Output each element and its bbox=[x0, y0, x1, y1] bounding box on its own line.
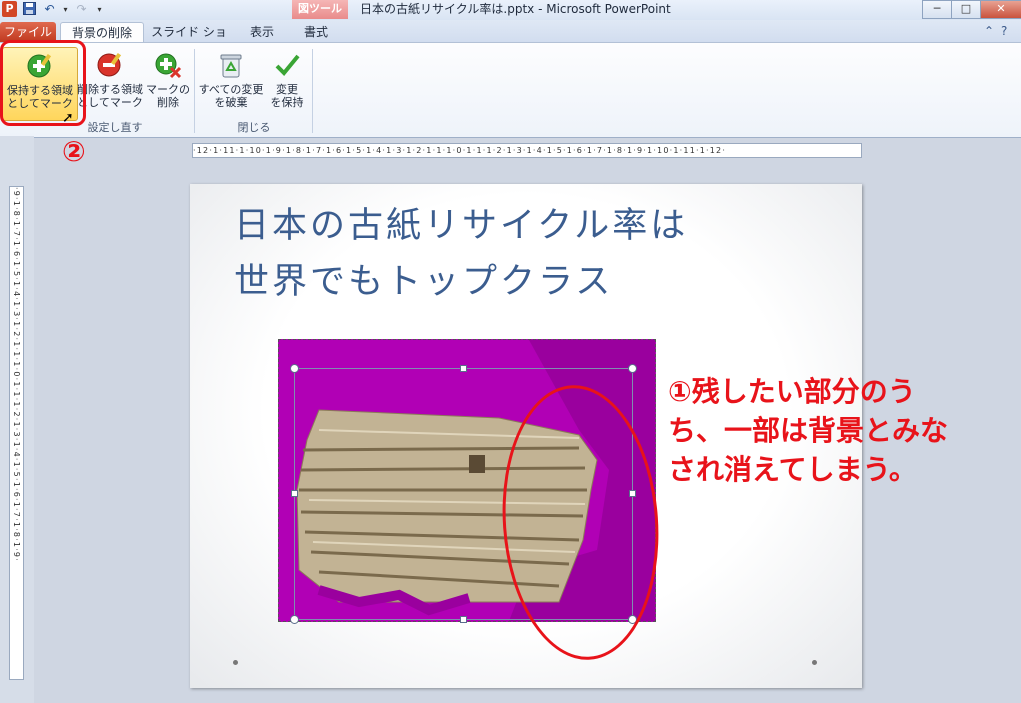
powerpoint-app-icon[interactable]: P bbox=[2, 1, 17, 17]
group-label-close: 閉じる bbox=[237, 121, 271, 134]
annotation-note-line2: ち、一部は背景とみな bbox=[668, 414, 949, 447]
resize-handle-bottom-left[interactable] bbox=[290, 615, 299, 624]
slide-title-line2: 世界でもトップクラス bbox=[234, 262, 614, 302]
keep-changes-label-line2: を保持 bbox=[270, 96, 304, 109]
ribbon-panel: 保持する領域 としてマーク 削除する領域 としてマーク マークの 削除 すべての… bbox=[0, 42, 1021, 138]
mark-areas-to-remove-button[interactable]: 削除する領域 としてマーク bbox=[76, 47, 144, 119]
delete-mark-button[interactable]: マークの 削除 bbox=[144, 47, 192, 119]
checkmark-icon bbox=[275, 54, 300, 76]
resize-handle-bottom[interactable] bbox=[460, 616, 467, 623]
group-separator bbox=[312, 49, 313, 133]
slide-title-line1: 日本の古紙リサイクル率は bbox=[234, 206, 689, 246]
resize-handle-top[interactable] bbox=[460, 365, 467, 372]
minus-pencil-icon bbox=[97, 52, 122, 77]
vertical-ruler: ·9·1·8·1·7·1·6·1·5·1·4·1·3·1·2·1·1·1·0·1… bbox=[9, 186, 24, 680]
plus-delete-icon bbox=[155, 53, 182, 79]
ribbon-tab-bar: ファイル 背景の削除 スライド ショー 表示 書式 ⌃ ? bbox=[0, 20, 1021, 59]
close-button[interactable]: ✕ bbox=[980, 0, 1021, 19]
tab-slideshow[interactable]: スライド ショー bbox=[148, 22, 230, 59]
resize-handle-top-left[interactable] bbox=[290, 364, 299, 373]
discard-all-changes-button[interactable]: すべての変更 を破棄 bbox=[198, 47, 264, 119]
mark-remove-label-line2: としてマーク bbox=[77, 96, 143, 109]
redo-icon[interactable]: ↷ bbox=[74, 2, 89, 17]
window-title: 日本の古紙リサイクル率は.pptx - Microsoft PowerPoint bbox=[360, 2, 671, 16]
minimize-button[interactable]: ─ bbox=[922, 0, 952, 19]
discard-label-line1: すべての変更 bbox=[198, 83, 264, 96]
annotation-note-line1: ①残したい部分のう bbox=[668, 375, 916, 408]
delete-mark-label-line2: 削除 bbox=[157, 96, 179, 109]
tab-view[interactable]: 表示 bbox=[240, 22, 284, 42]
discard-label-line2: を破棄 bbox=[214, 96, 248, 109]
vertical-ruler-marks: ·9·1·8·1·7·1·6·1·5·1·4·1·3·1·2·1·1·1·0·1… bbox=[12, 187, 21, 562]
maximize-button[interactable]: □ bbox=[951, 0, 981, 19]
mouse-cursor-icon: ➚ bbox=[62, 110, 74, 126]
keep-changes-button[interactable]: 変更 を保持 bbox=[264, 47, 310, 119]
slide-corner-dot bbox=[812, 660, 817, 665]
resize-handle-top-right[interactable] bbox=[628, 364, 637, 373]
annotation-note-line3: され消えてしまう。 bbox=[668, 453, 917, 486]
delete-mark-label-line1: マークの bbox=[146, 83, 190, 96]
tab-file[interactable]: ファイル bbox=[0, 22, 56, 42]
undo-icon[interactable]: ↶ bbox=[42, 2, 57, 17]
customize-qat-icon[interactable]: ▾ bbox=[92, 2, 107, 17]
undo-dropdown-icon[interactable]: ▾ bbox=[58, 2, 73, 17]
save-icon[interactable] bbox=[22, 2, 37, 17]
recycle-bin-icon bbox=[220, 54, 242, 78]
horizontal-ruler: ·12·1·11·1·10·1·9·1·8·1·7·1·6·1·5·1·4·1·… bbox=[192, 143, 862, 158]
slide-title[interactable]: 日本の古紙リサイクル率は 世界でもトップクラス bbox=[234, 198, 794, 310]
slide-corner-dot bbox=[233, 660, 238, 665]
group-separator bbox=[194, 49, 195, 133]
mark-remove-label-line1: 削除する領域 bbox=[77, 83, 143, 96]
title-bar: P ↶ ▾ ↷ ▾ 図ツール 日本の古紙リサイクル率は.pptx - Micro… bbox=[0, 0, 1021, 21]
annotation-note: ①残したい部分のう ち、一部は背景とみな され消えてしまう。 bbox=[668, 372, 1016, 489]
collapse-ribbon-icon[interactable]: ⌃ bbox=[984, 24, 994, 38]
help-icon[interactable]: ? bbox=[1001, 24, 1007, 38]
picture-tools-context-label: 図ツール bbox=[292, 0, 348, 19]
tab-format[interactable]: 書式 bbox=[294, 22, 338, 42]
resize-handle-left[interactable] bbox=[291, 490, 298, 497]
keep-changes-label-line1: 変更 bbox=[276, 83, 298, 96]
annotation-step-2: ② bbox=[62, 135, 86, 168]
